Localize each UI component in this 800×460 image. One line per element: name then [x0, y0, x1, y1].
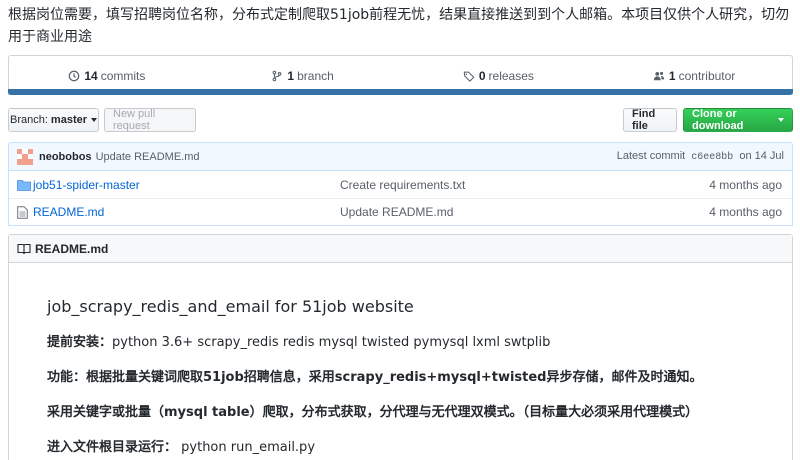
new-pull-request-button[interactable]: New pull request — [104, 108, 196, 132]
repo-description: 根据岗位需要，填写招聘岗位名称，分布式定制爬取51job前程无忧，结果直接推送到… — [8, 7, 790, 45]
branch-select-button[interactable]: Branch: master — [8, 108, 99, 132]
history-icon — [69, 70, 80, 81]
file-text-icon — [9, 205, 33, 219]
releases-label: releases — [488, 68, 534, 83]
find-file-button[interactable]: Find file — [623, 108, 677, 132]
file-list: job51-spider-master Create requirements.… — [8, 171, 793, 226]
paragraph-label: 进入文件根目录运行： — [47, 440, 178, 455]
paragraph-text: python 3.6+ scrapy_redis redis mysql twi… — [112, 335, 551, 350]
clone-label: Clone or download — [692, 108, 744, 132]
commit-author-link[interactable]: neobobos — [39, 151, 92, 163]
paragraph-label: 采用关键字或批量（mysql table）爬取，分布式获取，分代理与无代理双模式… — [47, 405, 699, 420]
latest-commit-info: Latest commit c6ee8bb on 14 Jul — [617, 150, 784, 163]
file-age: 4 months ago — [709, 205, 782, 219]
paragraph-label: 提前安装： — [47, 335, 113, 350]
caret-down-icon — [778, 118, 784, 122]
readme-paragraph: 采用关键字或批量（mysql table）爬取，分布式获取，分代理与无代理双模式… — [47, 404, 754, 422]
commit-sha-link[interactable]: c6ee8bb — [691, 152, 733, 163]
contributors-count: 1 — [668, 68, 676, 83]
paragraph-label: 功能：根据批量关键词爬取51job招聘信息，采用scrapy_redis+mys… — [47, 370, 703, 385]
latest-commit-prefix: Latest commit — [616, 150, 686, 162]
caret-down-icon — [91, 118, 97, 122]
file-row: README.md Update README.md 4 months ago — [9, 198, 792, 225]
file-row: job51-spider-master Create requirements.… — [9, 171, 792, 198]
branches-count: 1 — [287, 68, 295, 83]
commit-date: on 14 Jul — [739, 150, 784, 162]
language-bar[interactable] — [8, 89, 793, 95]
readme-paragraph: 提前安装：python 3.6+ scrapy_redis redis mysq… — [47, 334, 754, 352]
readme-content: job_scrapy_redis_and_email for 51job web… — [9, 297, 792, 457]
file-commit-message-link[interactable]: Create requirements.txt — [340, 178, 672, 192]
branch-name: master — [50, 114, 87, 126]
commit-message-link[interactable]: Update README.md — [96, 151, 200, 163]
branches-label: branch — [297, 68, 334, 83]
avatar[interactable] — [17, 148, 33, 165]
branch-icon — [273, 70, 282, 81]
readme-paragraph: 进入文件根目录运行： python run_email.py — [47, 439, 754, 457]
tag-icon — [463, 71, 475, 82]
readme-header: README.md — [9, 235, 792, 263]
file-name-link[interactable]: job51-spider-master — [33, 178, 340, 192]
folder-icon — [9, 179, 33, 191]
contributors-label: contributor — [678, 68, 736, 83]
file-age: 4 months ago — [709, 177, 782, 192]
people-icon — [653, 71, 665, 80]
releases-count: 0 — [478, 68, 486, 83]
commits-count: 14 — [84, 68, 98, 83]
file-name-link[interactable]: README.md — [33, 205, 340, 219]
branch-prefix: Branch: — [10, 114, 48, 126]
readme-panel: README.md job_scrapy_redis_and_email for… — [8, 234, 793, 460]
clone-download-button[interactable]: Clone or download — [683, 108, 793, 132]
commits-label: commits — [100, 68, 146, 83]
file-commit-message-link[interactable]: Update README.md — [340, 205, 672, 219]
readme-filename: README.md — [35, 241, 109, 256]
paragraph-text: python run_email.py — [177, 440, 316, 455]
latest-commit-bar: neobobos Update README.md Latest commit … — [8, 142, 793, 171]
book-icon — [17, 243, 31, 254]
readme-paragraph: 功能：根据批量关键词爬取51job招聘信息，采用scrapy_redis+mys… — [47, 369, 754, 387]
readme-title: job_scrapy_redis_and_email for 51job web… — [47, 297, 414, 316]
